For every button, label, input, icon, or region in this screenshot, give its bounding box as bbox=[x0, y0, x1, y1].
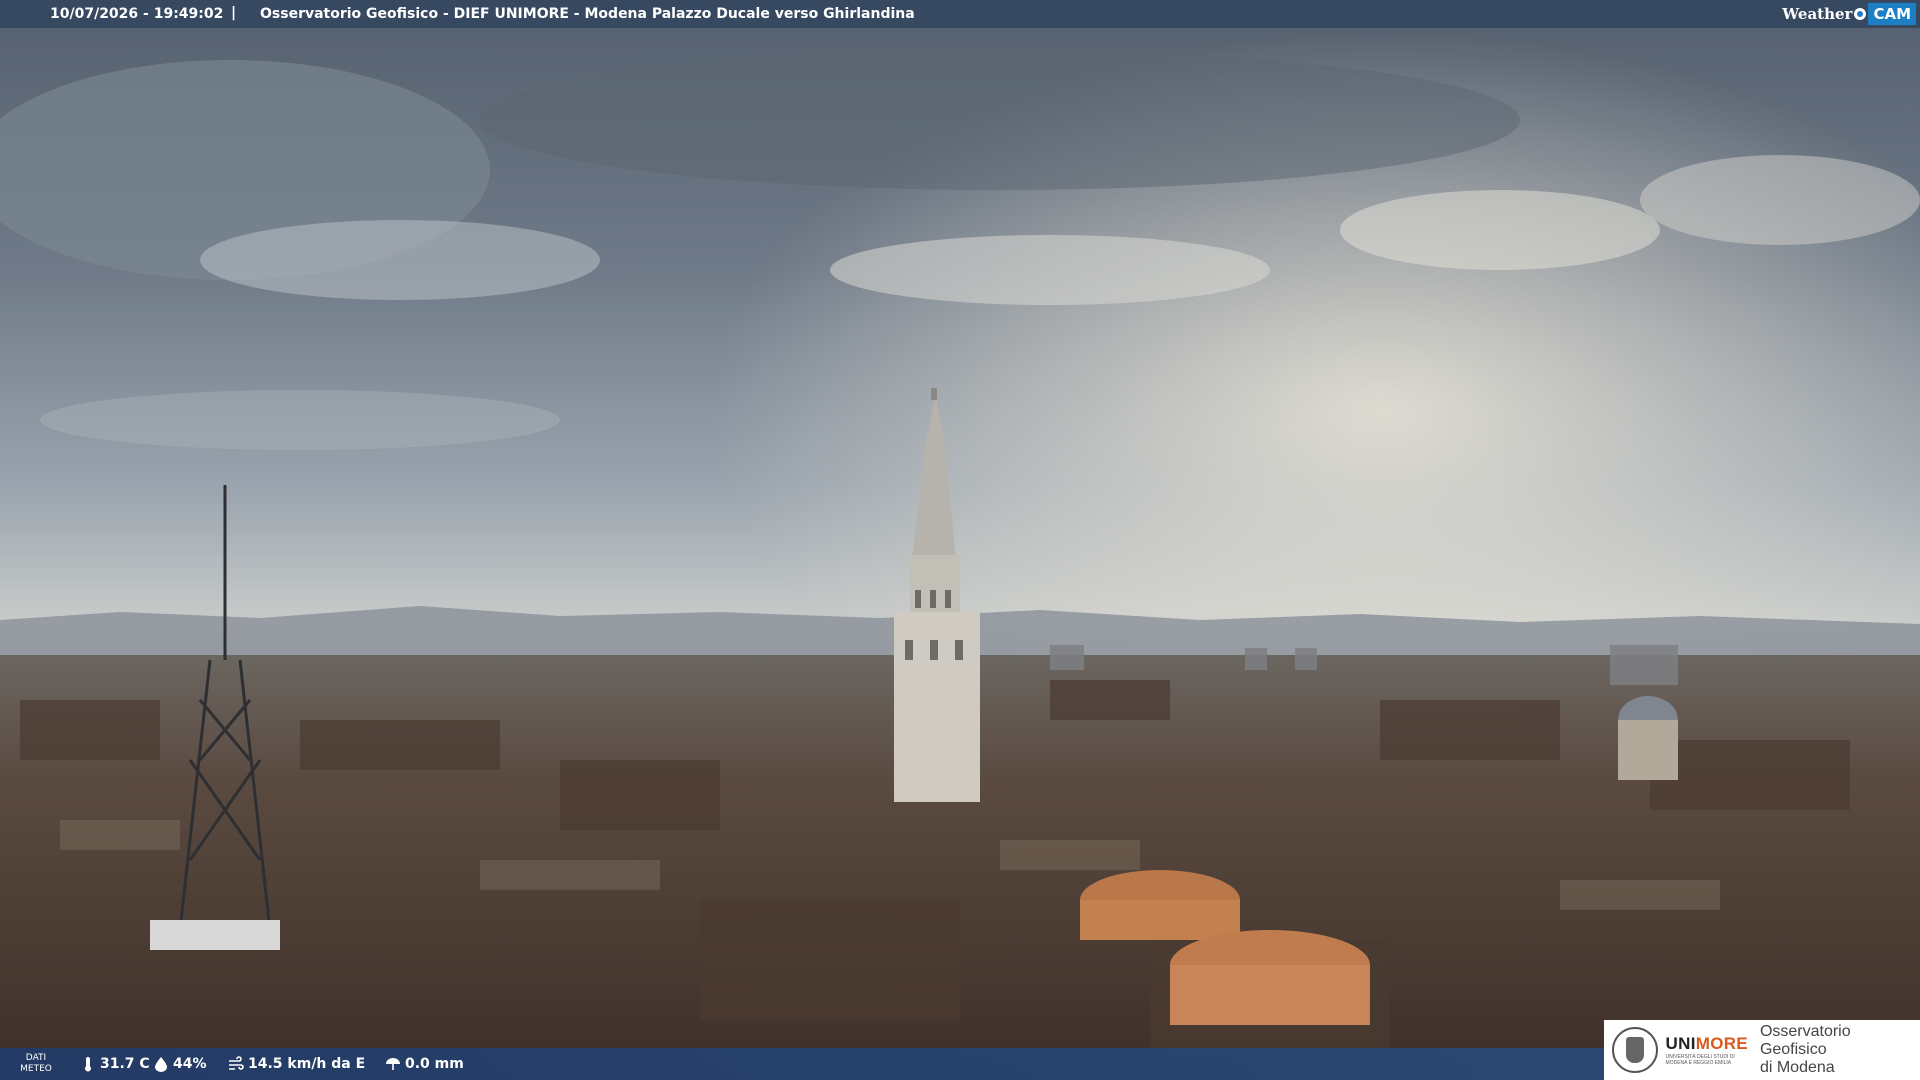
humidity-icon bbox=[155, 1057, 167, 1072]
unimore-logo: UNIMORE UNIVERSITÀ DEGLI STUDI DI MODENA… bbox=[1666, 1034, 1748, 1066]
logo-cam: CAM bbox=[1868, 3, 1916, 25]
webcam-image bbox=[0, 0, 1920, 1080]
wind-reading: 14.5 km/h da E bbox=[228, 1056, 365, 1072]
camera-lens-icon bbox=[1854, 8, 1867, 20]
temperature-reading: 31.7 C bbox=[80, 1056, 150, 1072]
uni-prefix: UNI bbox=[1665, 1034, 1696, 1053]
rain-value: 0.0 mm bbox=[405, 1056, 464, 1072]
logo-word: Weather bbox=[1782, 5, 1853, 23]
top-info-bar: 10/07/2026 - 19:49:02 | Osservatorio Geo… bbox=[0, 0, 1920, 28]
unimore-branding: UNIMORE UNIVERSITÀ DEGLI STUDI DI MODENA… bbox=[1604, 1020, 1920, 1080]
unimore-name: UNIMORE bbox=[1666, 1034, 1748, 1054]
rain-icon bbox=[386, 1058, 400, 1070]
uni-suffix: MORE bbox=[1695, 1034, 1748, 1053]
dati-line-1: DATI bbox=[25, 1053, 47, 1063]
header-separator: | bbox=[231, 5, 237, 21]
wind-icon bbox=[229, 1056, 244, 1070]
university-seal-icon bbox=[1612, 1027, 1658, 1073]
thermometer-icon bbox=[85, 1057, 91, 1072]
humidity-value: 44% bbox=[173, 1056, 207, 1072]
observatory-line-1: Osservatorio Geofisico bbox=[1759, 1023, 1851, 1058]
camera-title: Osservatorio Geofisico - DIEF UNIMORE - … bbox=[260, 6, 915, 22]
humidity-reading: 44% bbox=[153, 1056, 207, 1072]
observatory-name: Osservatorio Geofisico di Modena bbox=[1760, 1023, 1920, 1077]
weathercam-logo: Weather CAM bbox=[1782, 0, 1920, 28]
rain-reading: 0.0 mm bbox=[385, 1056, 464, 1072]
observatory-line-2: di Modena bbox=[1759, 1059, 1835, 1076]
unimore-subtitle: UNIVERSITÀ DEGLI STUDI DI MODENA E REGGI… bbox=[1665, 1054, 1735, 1066]
dati-line-2: METEO bbox=[20, 1064, 52, 1074]
wind-value: 14.5 km/h da E bbox=[248, 1056, 366, 1072]
temperature-value: 31.7 C bbox=[100, 1056, 150, 1072]
dati-meteo-label: DATI METEO bbox=[18, 1053, 54, 1075]
timestamp: 10/07/2026 - 19:49:02 bbox=[50, 6, 224, 22]
